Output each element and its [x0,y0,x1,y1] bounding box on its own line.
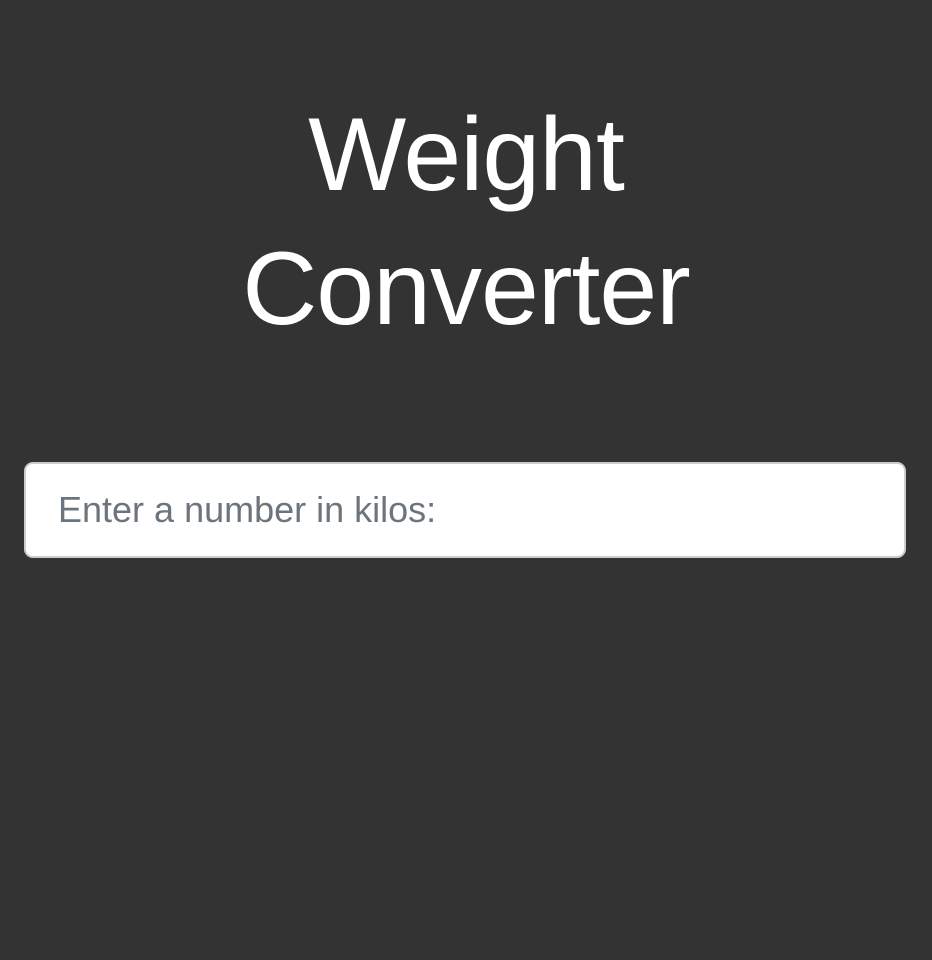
page-title-line-2: Converter [242,231,691,347]
kilos-input[interactable] [24,462,906,558]
page-title: Weight Converter [0,88,932,356]
page-title-line-1: Weight [308,97,625,213]
kilos-input-container [24,462,906,558]
page: Weight Converter [0,0,932,960]
